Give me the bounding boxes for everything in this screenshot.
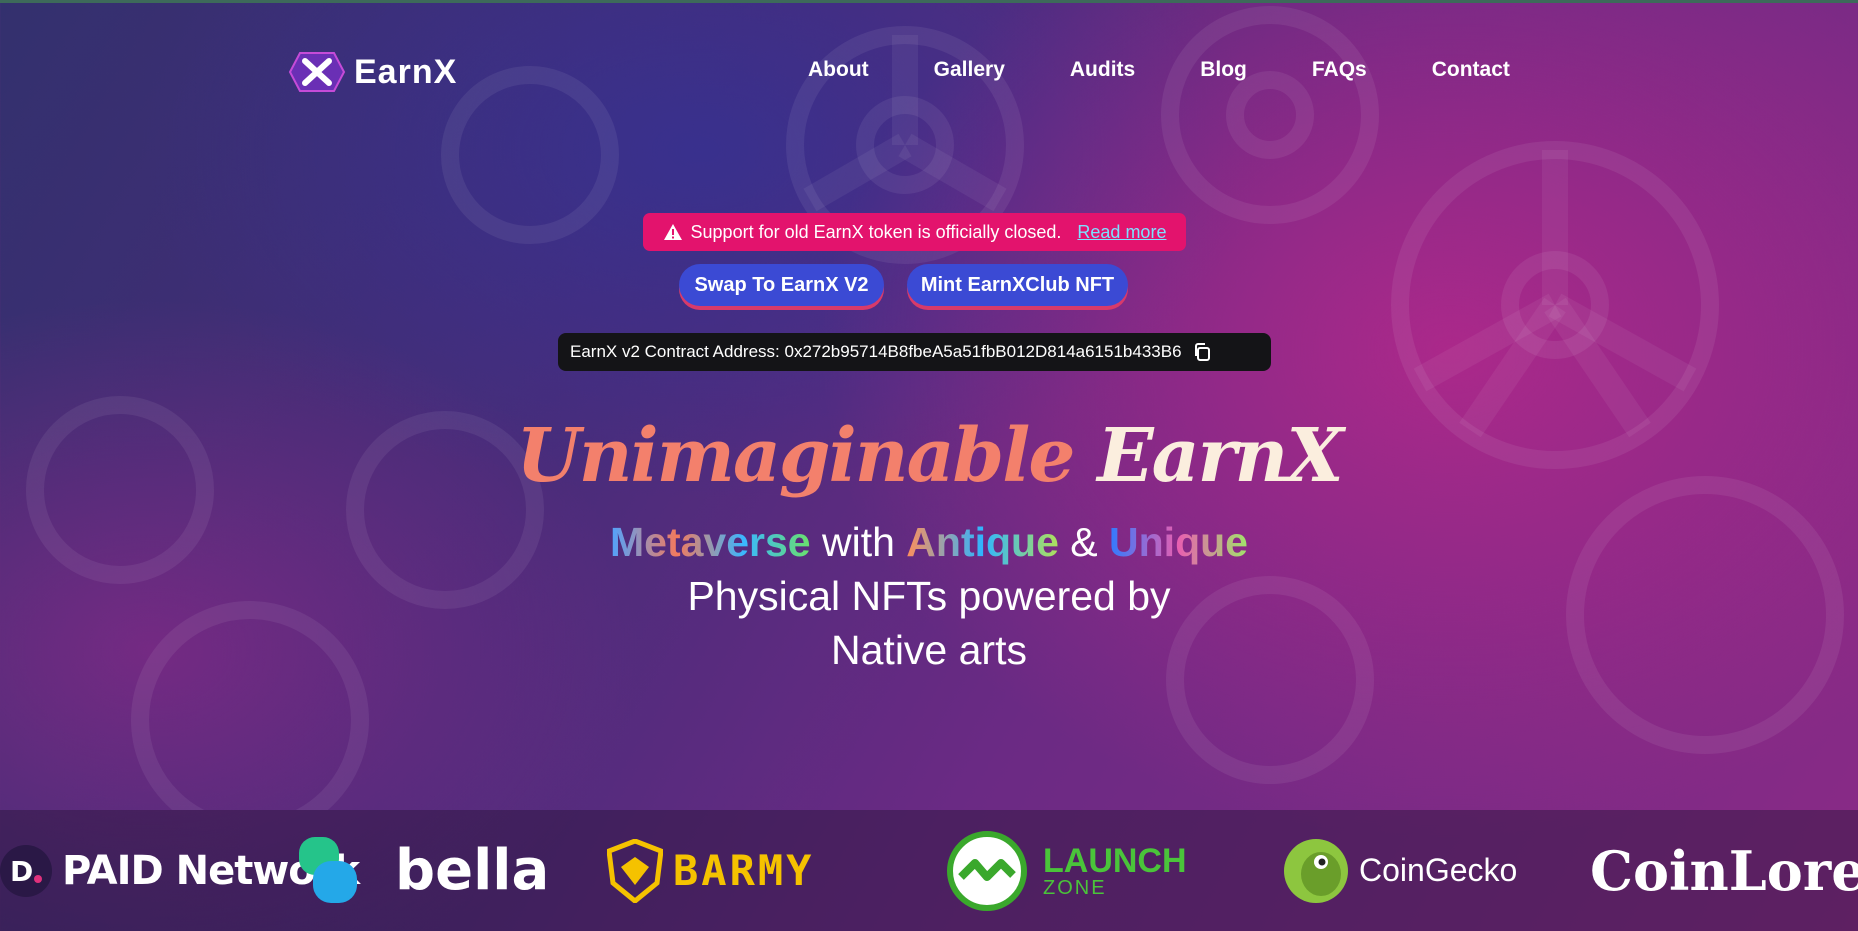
warning-icon	[663, 224, 682, 240]
nav-audits[interactable]: Audits	[1070, 58, 1135, 82]
mint-nft-button[interactable]: Mint EarnXClub NFT	[907, 264, 1128, 306]
logo-text: EarnX	[354, 52, 458, 91]
main-nav: About Gallery Audits Blog FAQs Contact	[808, 58, 1510, 82]
word-with: with	[810, 519, 907, 565]
subtitle-line-2: Physical NFTs powered by	[687, 573, 1171, 619]
barmy-shield-icon	[607, 838, 663, 903]
gears-background	[26, 6, 1844, 810]
earnx-logo-icon	[288, 52, 346, 92]
launchzone-text-launch: LAUNCH	[1043, 841, 1187, 880]
word-amp: &	[1058, 519, 1110, 565]
word-metaverse: Metaverse	[610, 519, 811, 565]
partner-coingecko[interactable]: CoinGecko	[1283, 810, 1517, 931]
launchzone-logo-icon	[947, 830, 1027, 911]
copy-icon[interactable]	[1192, 342, 1212, 362]
subtitle-line-3: Native arts	[831, 627, 1027, 673]
barmy-text: BARMY	[673, 846, 815, 895]
svg-text:D: D	[10, 855, 33, 888]
partner-barmy[interactable]: BARMY	[607, 810, 814, 931]
coinlore-text: CoinLore	[1590, 838, 1858, 903]
nav-about[interactable]: About	[808, 58, 869, 82]
subtitle-line-1: Metaverse with Antique & Unique	[0, 515, 1858, 569]
nav-blog[interactable]: Blog	[1200, 58, 1247, 82]
coingecko-text: CoinGecko	[1359, 852, 1518, 888]
read-more-link[interactable]: Read more	[1077, 222, 1166, 243]
launchzone-text: LAUNCH ZONE	[1043, 844, 1187, 898]
partners-strip: D PAID Network bella BARMY LAUNCH ZONE C…	[0, 810, 1858, 931]
swap-to-v2-button[interactable]: Swap To EarnX V2	[679, 264, 884, 306]
bella-logo-icon	[299, 836, 357, 903]
nav-gallery[interactable]: Gallery	[934, 58, 1005, 82]
paid-network-logo-icon: D	[0, 844, 52, 897]
word-antique: Antique	[906, 519, 1059, 565]
word-unique: Unique	[1109, 519, 1248, 565]
bella-text: bella	[395, 838, 550, 903]
contract-address-box: EarnX v2 Contract Address: 0x272b95714B8…	[558, 333, 1271, 371]
hero-subtitle: Metaverse with Antique & Unique Physical…	[0, 515, 1858, 677]
launchzone-text-zone: ZONE	[1043, 876, 1107, 899]
contract-address-text: EarnX v2 Contract Address: 0x272b95714B8…	[570, 342, 1182, 361]
alert-message: Support for old EarnX token is officiall…	[690, 221, 1062, 242]
partner-launchzone[interactable]: LAUNCH ZONE	[941, 810, 1187, 931]
earnx-logo[interactable]: EarnX	[288, 51, 457, 93]
nav-faqs[interactable]: FAQs	[1312, 58, 1367, 82]
headline-word-earnx: EarnX	[1097, 413, 1344, 499]
partner-bella[interactable]: bella	[297, 810, 549, 931]
nav-contact[interactable]: Contact	[1432, 58, 1510, 82]
headline-word-unimaginable: Unimaginable	[516, 413, 1075, 499]
token-closed-alert: Support for old EarnX token is officiall…	[643, 213, 1186, 251]
partner-coinlore[interactable]: CoinLore	[1590, 810, 1858, 931]
coingecko-logo-icon	[1284, 838, 1348, 903]
hero-headline: Unimaginable EarnX	[0, 413, 1858, 499]
